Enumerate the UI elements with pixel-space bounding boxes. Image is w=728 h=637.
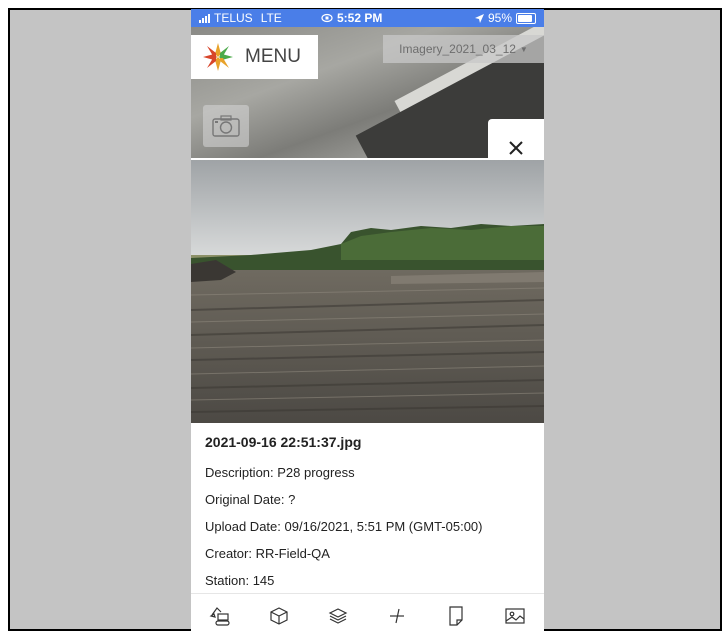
location-arrow-icon bbox=[474, 13, 484, 23]
image-icon bbox=[504, 608, 525, 624]
note-icon bbox=[449, 606, 463, 626]
app-logo-icon bbox=[203, 43, 233, 71]
toolbar-measure-button[interactable] bbox=[377, 596, 417, 636]
layers-icon bbox=[328, 608, 348, 624]
network-type: LTE bbox=[260, 11, 282, 25]
photo-creator: Creator: RR-Field-QA bbox=[205, 546, 330, 561]
phone-screen: TELUS LTE 5:52 PM 95% MENU Imagery_2021_… bbox=[191, 9, 544, 637]
battery-icon bbox=[516, 12, 536, 24]
toolbar-layers-button[interactable] bbox=[318, 596, 358, 636]
toolbar-3d-button[interactable] bbox=[259, 596, 299, 636]
site-photo[interactable] bbox=[191, 160, 544, 423]
toolbar-images-button[interactable] bbox=[495, 596, 535, 636]
toolbar-notes-button[interactable] bbox=[436, 596, 476, 636]
photo-filename: 2021-09-16 22:51:37.jpg bbox=[205, 434, 362, 450]
excavator-icon bbox=[209, 607, 231, 626]
map-view[interactable]: MENU Imagery_2021_03_12 ▼ bbox=[191, 27, 544, 158]
close-button[interactable] bbox=[488, 119, 544, 158]
status-bar: TELUS LTE 5:52 PM 95% bbox=[191, 9, 544, 27]
measure-icon bbox=[389, 608, 404, 624]
close-icon bbox=[509, 140, 523, 155]
signal-icon bbox=[199, 13, 210, 23]
imagery-dropdown[interactable]: Imagery_2021_03_12 ▼ bbox=[383, 35, 544, 63]
battery-percent: 95% bbox=[487, 11, 512, 25]
menu-button[interactable]: MENU bbox=[191, 35, 318, 79]
photo-station: Station: 145 bbox=[205, 573, 275, 588]
orientation-lock-icon bbox=[321, 13, 333, 23]
photo-upload-date: Upload Date: 09/16/2021, 5:51 PM (GMT-05… bbox=[205, 519, 483, 534]
photo-description: Description: P28 progress bbox=[205, 465, 355, 480]
bottom-toolbar bbox=[191, 593, 544, 637]
status-time: 5:52 PM bbox=[337, 11, 383, 25]
photo-original-date: Original Date: ? bbox=[205, 492, 296, 507]
menu-label: MENU bbox=[245, 46, 301, 67]
cube-icon bbox=[270, 607, 288, 625]
photo-details: 2021-09-16 22:51:37.jpg Description: P28… bbox=[205, 427, 535, 594]
camera-button[interactable] bbox=[203, 105, 249, 147]
imagery-selected-value: Imagery_2021_03_12 bbox=[399, 42, 516, 56]
camera-icon bbox=[212, 115, 240, 137]
toolbar-equipment-button[interactable] bbox=[200, 596, 240, 636]
carrier-name: TELUS bbox=[214, 11, 253, 25]
caret-down-icon: ▼ bbox=[519, 44, 528, 54]
